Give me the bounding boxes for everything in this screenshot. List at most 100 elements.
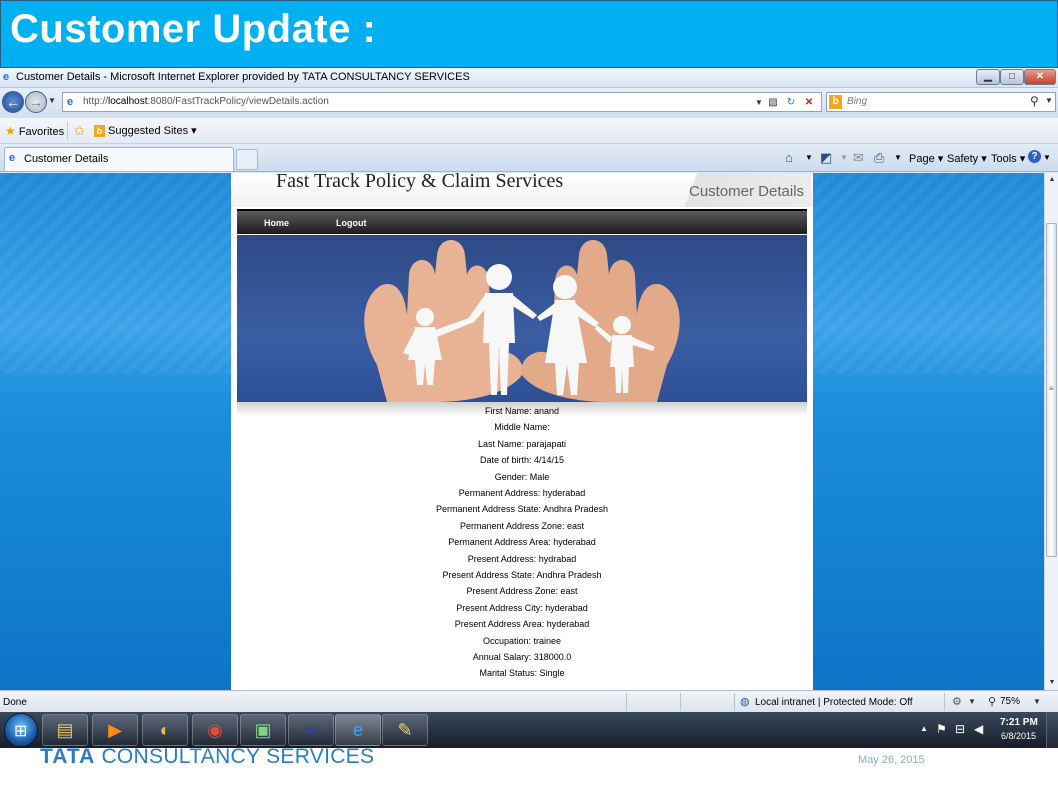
stop-icon[interactable]: ✕ [801, 95, 817, 110]
favorites-button[interactable]: ★ Favorites [5, 124, 64, 138]
back-button[interactable]: ← [2, 91, 24, 113]
tab-customer-details[interactable]: e Customer Details [4, 147, 234, 171]
maximize-button[interactable]: □ [1000, 69, 1024, 85]
mail-icon[interactable]: ✉ [853, 150, 864, 166]
internet-explorer-icon[interactable]: e [335, 714, 381, 746]
tools-menu[interactable]: Tools ▾ [991, 152, 1025, 165]
address-toolbar: ← → ▼ e http://localhost:8080/FastTrackP… [0, 88, 1058, 118]
customer-detail-line: Present Address City: hyderabad [456, 602, 588, 613]
zoom-level[interactable]: 75% [1000, 696, 1020, 707]
security-zone-text[interactable]: Local intranet | Protected Mode: Off [755, 697, 913, 708]
status-bar: Done ◍ Local intranet | Protected Mode: … [0, 690, 1058, 712]
address-url[interactable]: http://localhost:8080/FastTrackPolicy/vi… [83, 96, 329, 107]
new-tab-button[interactable] [236, 149, 258, 170]
customer-detail-line: Last Name: parajapati [477, 438, 567, 449]
help-icon[interactable]: ? [1028, 150, 1041, 163]
scroll-down-arrow-icon[interactable]: ▼ [1046, 676, 1058, 690]
right-hand-shape [521, 240, 680, 402]
protected-mode-dropdown-icon[interactable]: ▼ [968, 697, 976, 706]
favorites-star-icon: ★ [5, 124, 16, 138]
divider [680, 693, 681, 711]
customer-detail-line: First Name: anand [484, 406, 560, 416]
slide-date: May 26, 2015 [858, 754, 925, 766]
customer-detail-line: Permanent Address: hyderabad [458, 488, 586, 498]
chrome-icon[interactable]: ◉ [192, 714, 238, 746]
print-icon[interactable]: ⎙ [874, 150, 884, 166]
page-title: Customer Details [689, 183, 805, 200]
web-content-area: Fast Track Policy & Claim Services Custo… [0, 173, 1044, 690]
customer-detail-line: Date of birth: 4/14/15 [479, 455, 565, 466]
search-options-dropdown-icon[interactable]: ▼ [1045, 96, 1053, 105]
bing-icon: b [94, 125, 105, 137]
clock-date[interactable]: 6/8/2015 [1001, 731, 1036, 741]
clock-time[interactable]: 7:21 PM [1000, 717, 1038, 728]
feeds-icon[interactable]: ◩ [820, 150, 832, 166]
customer-detail-line: Middle Name: [494, 422, 550, 433]
show-desktop-button[interactable] [1046, 712, 1058, 748]
safety-menu[interactable]: Safety ▾ [947, 152, 987, 165]
forward-button[interactable]: → [25, 91, 47, 113]
scroll-thumb[interactable]: ≡ [1046, 223, 1057, 557]
search-placeholder: Bing [847, 96, 868, 107]
compatibility-view-icon[interactable]: ▧ [765, 95, 781, 110]
action-center-flag-icon[interactable]: ⚑ [936, 722, 947, 736]
eclipse-icon[interactable]: ● [288, 714, 334, 746]
start-button[interactable]: ⊞ [4, 713, 38, 747]
windows-logo-icon: ⊞ [14, 723, 28, 740]
divider [734, 693, 735, 711]
zoom-dropdown-icon[interactable]: ▼ [1033, 697, 1041, 706]
media-player-icon[interactable]: ▶ [92, 714, 138, 746]
paint-icon[interactable]: ◐ [142, 714, 188, 746]
site-nav-bar: Home Logout [237, 209, 807, 234]
recent-pages-dropdown-icon[interactable]: ▼ [48, 96, 56, 105]
suggested-sites-link[interactable]: b Suggested Sites ▾ [94, 124, 197, 137]
divider [626, 693, 627, 711]
feeds-dropdown-icon[interactable]: ▼ [840, 153, 848, 162]
customer-detail-line: Present Address Area: hyderabad [454, 619, 590, 630]
home-dropdown-icon[interactable]: ▼ [805, 153, 813, 162]
customer-detail-line: Marital Status: Single [479, 668, 565, 679]
vertical-scrollbar[interactable]: ▲ ≡ ▼ [1044, 173, 1058, 690]
home-icon[interactable]: ⌂ [785, 150, 793, 165]
refresh-icon[interactable]: ↻ [783, 95, 799, 110]
tab-label: Customer Details [24, 153, 109, 165]
address-bar[interactable]: e http://localhost:8080/FastTrackPolicy/… [62, 92, 822, 112]
show-hidden-icons-icon[interactable]: ▲ [920, 724, 928, 733]
browser-window: e Customer Details - Microsoft Internet … [0, 68, 1058, 748]
zoom-icon[interactable]: ⚲ [988, 695, 996, 708]
protected-mode-icon[interactable]: ⚙ [952, 695, 962, 708]
customer-detail-line: Permanent Address Zone: east [459, 520, 585, 531]
slide-header: Customer Update : [0, 0, 1058, 68]
minimize-button[interactable]: ▁ [976, 69, 1000, 85]
page-icon: e [9, 152, 16, 164]
scroll-grip-icon: ≡ [1049, 384, 1054, 393]
search-icon[interactable]: ⚲ [1030, 94, 1039, 108]
volume-icon[interactable]: ◀ [974, 722, 983, 736]
site-title: Fast Track Policy & Claim Services [276, 173, 564, 192]
page-panel: Fast Track Policy & Claim Services Custo… [231, 173, 813, 690]
paintbrush-icon[interactable]: ✎ [382, 714, 428, 746]
scroll-up-arrow-icon[interactable]: ▲ [1046, 173, 1058, 187]
nav-logout-link[interactable]: Logout [336, 218, 367, 228]
close-button[interactable]: ✕ [1024, 69, 1056, 85]
site-header: Fast Track Policy & Claim Services Custo… [231, 173, 813, 207]
page-icon: e [67, 96, 74, 108]
search-bar[interactable]: b Bing ⚲ ▼ [826, 92, 1056, 112]
terminal-icon[interactable]: ▣ [240, 714, 286, 746]
add-to-favorites-icon[interactable]: ✩ [74, 123, 85, 139]
family-hands-banner-image [237, 235, 807, 402]
network-icon[interactable]: ⊟ [955, 722, 965, 736]
nav-home-link[interactable]: Home [264, 218, 289, 228]
help-dropdown-icon[interactable]: ▼ [1043, 153, 1051, 162]
tab-bar: e Customer Details ⌂ ▼ ◩ ▼ ✉ ⎙ ▼ Page ▾ … [0, 144, 1058, 172]
explorer-icon[interactable]: ▤ [42, 714, 88, 746]
customer-detail-line: Present Address: hydrabad [467, 553, 577, 564]
divider [67, 122, 68, 140]
print-dropdown-icon[interactable]: ▼ [894, 153, 902, 162]
page-menu[interactable]: Page ▾ [909, 152, 943, 165]
customer-detail-line: Permanent Address Area: hyderabad [448, 537, 596, 548]
customer-detail-line: Permanent Address State: Andhra Pradesh [435, 504, 609, 515]
customer-detail-line: Annual Salary: 318000.0 [472, 652, 572, 662]
customer-details-list: First Name: anand Middle Name: Last Name: … [231, 406, 813, 690]
status-text: Done [3, 697, 27, 708]
